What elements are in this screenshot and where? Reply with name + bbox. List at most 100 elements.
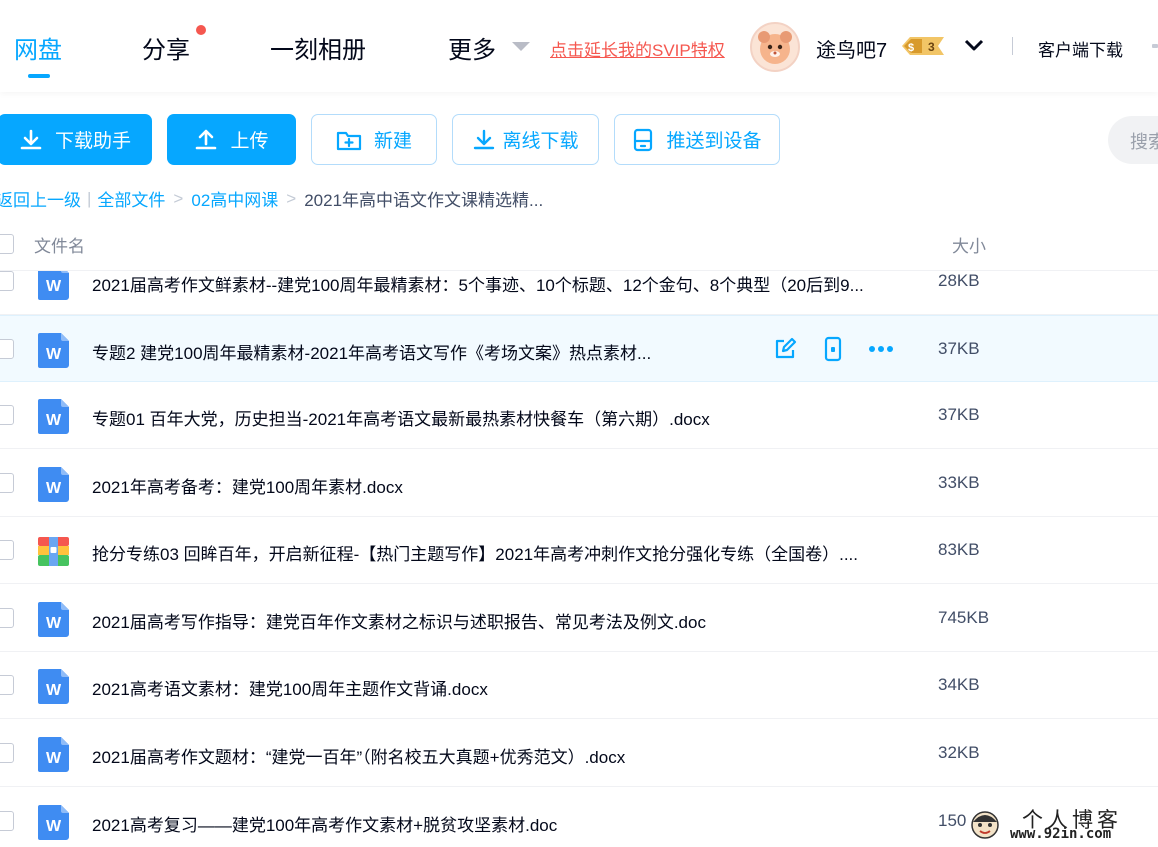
row-checkbox[interactable] bbox=[0, 811, 14, 831]
vip-badge: $ 3 bbox=[898, 35, 948, 57]
phone-icon[interactable] bbox=[820, 336, 846, 362]
search-input[interactable]: 搜索 bbox=[1108, 116, 1158, 164]
row-checkbox[interactable] bbox=[0, 271, 14, 291]
file-size: 37KB bbox=[938, 405, 980, 424]
table-row[interactable]: W 2021届高考写作指导：建党百年作文素材之标识与述职报告、常见考法及例文.d… bbox=[0, 585, 1158, 652]
offline-download-label: 离线下载 bbox=[502, 131, 579, 152]
row-checkbox[interactable] bbox=[0, 675, 14, 695]
client-download-link[interactable]: 客户端下载 bbox=[1038, 36, 1123, 61]
archive-file-icon bbox=[38, 534, 69, 569]
device-icon bbox=[632, 128, 654, 152]
row-checkbox[interactable] bbox=[0, 405, 14, 425]
download-icon bbox=[19, 128, 43, 152]
nav-tab-album[interactable]: 一刻相册 bbox=[270, 30, 366, 65]
table-header-divider bbox=[0, 270, 1158, 271]
column-header-size-label: 大小 bbox=[952, 237, 986, 256]
more-dropdown-icon[interactable] bbox=[512, 42, 530, 51]
table-row[interactable]: W 2021届高考作文题材：“建党一百年”（附名校五大真题+优秀范文）.docx… bbox=[0, 720, 1158, 787]
table-row[interactable]: W 2021高考语文素材：建党100周年主题作文背诵.docx 34KB bbox=[0, 652, 1158, 719]
row-actions bbox=[772, 336, 894, 362]
breadcrumb-separator: > bbox=[173, 188, 184, 208]
file-size: 32KB bbox=[938, 743, 980, 762]
push-to-device-button[interactable]: 推送到设备 bbox=[614, 114, 780, 165]
word-file-icon: W bbox=[38, 333, 69, 368]
select-all-checkbox-overlay[interactable] bbox=[0, 234, 14, 254]
vip-badge-level: 3 bbox=[928, 40, 935, 54]
offline-download-icon bbox=[472, 128, 496, 152]
chevron-down-icon[interactable] bbox=[963, 36, 985, 59]
file-name[interactable]: 2021届高考作文题材：“建党一百年”（附名校五大真题+优秀范文）.docx bbox=[92, 743, 625, 768]
svip-renew-link[interactable]: 点击延长我的SVIP特权 bbox=[550, 36, 725, 61]
word-file-icon: W bbox=[38, 602, 69, 637]
svg-text:W: W bbox=[46, 278, 62, 295]
search-placeholder: 搜索 bbox=[1130, 132, 1158, 152]
column-header-name-label: 文件名 bbox=[34, 237, 85, 256]
row-checkbox[interactable] bbox=[0, 339, 14, 359]
nav-tab-share[interactable]: 分享 bbox=[142, 30, 190, 65]
upload-label: 上传 bbox=[230, 131, 269, 152]
file-name[interactable]: 2021高考复习——建党100年高考作文素材+脱贫攻坚素材.doc bbox=[92, 811, 557, 836]
table-row[interactable]: 抢分专练03 回眸百年，开启新征程-【热门主题写作】2021年高考冲刺作文抢分强… bbox=[0, 517, 1158, 584]
word-file-icon: W bbox=[38, 737, 69, 772]
top-header: 网盘 分享 一刻相册 更多 点击延长我的SVIP特权 途鸟吧7 $ 3 客户端下… bbox=[0, 0, 1158, 92]
word-file-icon: W bbox=[38, 669, 69, 704]
breadcrumb-current: 2021年高中语文作文课精选精... bbox=[304, 191, 544, 210]
row-checkbox[interactable] bbox=[0, 540, 14, 560]
more-icon[interactable] bbox=[868, 336, 894, 362]
push-to-device-label: 推送到设备 bbox=[666, 131, 762, 152]
download-helper-button[interactable]: 下载助手 bbox=[0, 114, 152, 165]
vip-badge-prefix: $ bbox=[908, 42, 914, 54]
nav-tab-netdisk[interactable]: 网盘 bbox=[14, 30, 62, 65]
word-file-icon: W bbox=[38, 805, 69, 840]
download-helper-label: 下载助手 bbox=[54, 131, 131, 152]
svg-text:W: W bbox=[46, 682, 62, 699]
new-folder-label: 新建 bbox=[373, 131, 412, 152]
file-size: 37KB bbox=[938, 339, 980, 358]
file-name[interactable]: 专题01 百年大党，历史担当-2021年高考语文最新最热素材快餐车（第六期）.d… bbox=[92, 405, 710, 430]
watermark: 个人博客 www.92in.com bbox=[966, 806, 1158, 847]
svg-text:W: W bbox=[46, 818, 62, 835]
row-checkbox[interactable] bbox=[0, 473, 14, 493]
breadcrumb-bar: | bbox=[87, 188, 92, 208]
svg-text:W: W bbox=[46, 480, 62, 497]
file-name[interactable]: 专题2 建党100周年最精素材-2021年高考语文写作《考场文案》热点素材... bbox=[92, 339, 651, 364]
breadcrumb-folder[interactable]: 02高中网课 bbox=[191, 186, 278, 211]
offline-download-button[interactable]: 离线下载 bbox=[452, 114, 599, 165]
nav-tab-more[interactable]: 更多 bbox=[448, 30, 496, 65]
username[interactable]: 途鸟吧7 bbox=[816, 34, 887, 63]
watermark-url: www.92in.com bbox=[1010, 826, 1112, 842]
watermark-face-icon bbox=[970, 810, 1000, 845]
nav-active-indicator bbox=[28, 74, 50, 78]
notification-dot bbox=[196, 25, 206, 35]
edit-icon[interactable] bbox=[772, 336, 798, 362]
file-name[interactable]: 2021年高考备考：建党100周年素材.docx bbox=[92, 473, 403, 498]
file-size: 745KB bbox=[938, 608, 990, 627]
file-name[interactable]: 2021届高考作文鲜素材--建党100周年最精素材：5个事迹、10个标题、12个… bbox=[92, 271, 864, 296]
word-file-icon: W bbox=[38, 467, 69, 502]
upload-icon bbox=[194, 128, 218, 152]
breadcrumb: 返回上一级 | 全部文件 > 02高中网课 > 2021年高中语文作文课精选精.… bbox=[0, 186, 543, 211]
breadcrumb-separator: > bbox=[286, 188, 297, 208]
row-checkbox[interactable] bbox=[0, 743, 14, 763]
svg-text:W: W bbox=[46, 615, 62, 632]
breadcrumb-back-link[interactable]: 返回上一级 bbox=[0, 186, 81, 211]
file-name[interactable]: 2021届高考写作指导：建党百年作文素材之标识与述职报告、常见考法及例文.doc bbox=[92, 608, 706, 633]
table-row[interactable]: W 专题01 百年大党，历史担当-2021年高考语文最新最热素材快餐车（第六期）… bbox=[0, 382, 1158, 449]
header-divider bbox=[1012, 37, 1013, 55]
file-name[interactable]: 抢分专练03 回眸百年，开启新征程-【热门主题写作】2021年高考冲刺作文抢分强… bbox=[92, 540, 858, 565]
table-row[interactable]: W 专题2 建党100周年最精素材-2021年高考语文写作《考场文案》热点素材.… bbox=[0, 315, 1158, 382]
table-row[interactable]: W 2021年高考备考：建党100周年素材.docx 33KB bbox=[0, 450, 1158, 517]
upload-button[interactable]: 上传 bbox=[167, 114, 296, 165]
header-edge-mark bbox=[1152, 44, 1158, 48]
file-size: 34KB bbox=[938, 675, 980, 694]
file-size: 83KB bbox=[938, 540, 980, 559]
avatar[interactable] bbox=[750, 22, 800, 72]
breadcrumb-all-files[interactable]: 全部文件 bbox=[97, 186, 165, 211]
svg-text:W: W bbox=[46, 750, 62, 767]
file-size: 33KB bbox=[938, 473, 980, 492]
row-checkbox[interactable] bbox=[0, 608, 14, 628]
file-name[interactable]: 2021高考语文素材：建党100周年主题作文背诵.docx bbox=[92, 675, 488, 700]
svg-text:W: W bbox=[46, 346, 62, 363]
file-size: 150 bbox=[938, 811, 967, 830]
new-folder-button[interactable]: 新建 bbox=[311, 114, 437, 165]
